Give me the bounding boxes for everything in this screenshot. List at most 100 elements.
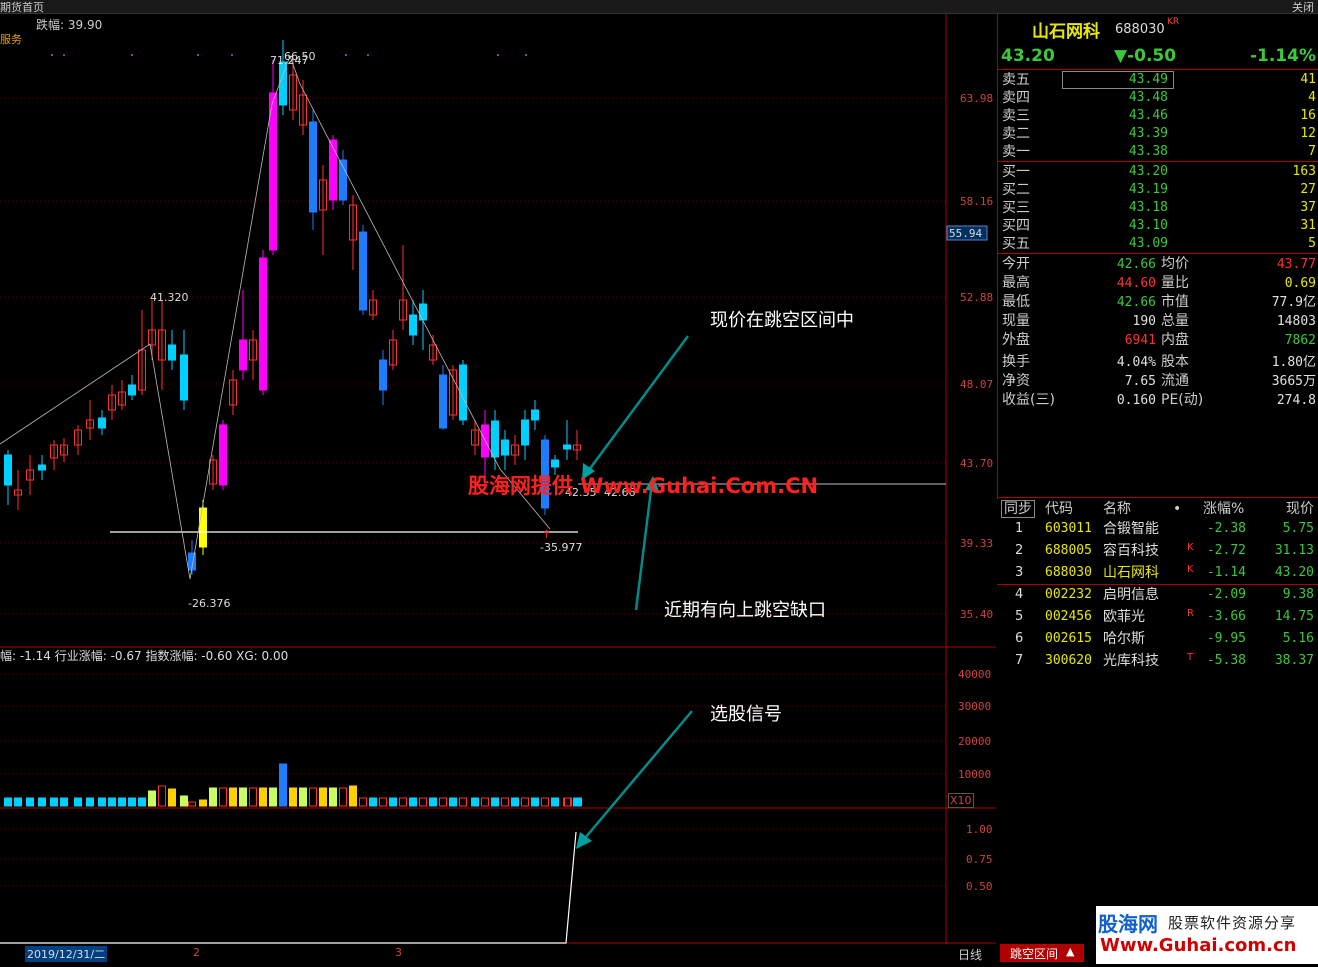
stat-value: 3665万 — [1271, 374, 1316, 389]
volume-bar — [329, 787, 337, 807]
volume-bar — [108, 797, 116, 807]
close-button[interactable]: 关闭 — [1292, 0, 1314, 15]
bid-row[interactable]: 买四 43.10 31 — [998, 217, 1318, 235]
volume-bar — [239, 787, 247, 807]
volume-bar — [521, 797, 529, 807]
ask-volume: 4 — [1308, 90, 1316, 105]
ask-row[interactable]: 卖三 43.46 16 — [998, 107, 1318, 125]
col-name[interactable]: 名称 — [1103, 498, 1131, 520]
row-pct: -9.95 — [1206, 631, 1246, 646]
row-code: 688005 — [1045, 543, 1092, 558]
sync-button[interactable]: 同步 — [1001, 500, 1035, 518]
signal-dot — [51, 54, 53, 56]
high-mark-2: 66.50 — [284, 50, 316, 63]
formula-tab[interactable]: 跳空区间 ▲ — [1000, 944, 1084, 962]
stat-value: 77.9亿 — [1271, 295, 1316, 310]
volume-tick: 20000 — [958, 735, 991, 748]
current-price-text: 55.94 — [949, 227, 982, 240]
period-marker-3: 3 — [395, 946, 402, 959]
annotation-gap-recent: 近期有向上跳空缺口 — [664, 600, 826, 621]
volume-bar — [471, 797, 479, 807]
candle-body — [38, 464, 46, 471]
logo-url: Www.Guhai.com.cn — [1100, 935, 1297, 956]
row-price: 43.20 — [1274, 565, 1314, 580]
volume-bar — [180, 795, 188, 807]
stat-key: 净资 — [1002, 373, 1030, 389]
bid-price: 43.19 — [1128, 182, 1168, 197]
bid-row[interactable]: 买二 43.19 27 — [998, 181, 1318, 199]
date-label: 2019/12/31/二 — [25, 946, 108, 962]
candle-body — [128, 384, 136, 396]
row-index: 5 — [1015, 609, 1024, 624]
bid-label: 买一 — [1002, 164, 1030, 180]
volume-tick: 30000 — [958, 700, 991, 713]
stat-right: 量比 0.69 — [1161, 274, 1316, 293]
ask-volume: 16 — [1300, 108, 1316, 123]
stat-value: 6941 — [1124, 333, 1156, 348]
row-name: 山石网科 — [1103, 565, 1159, 581]
row-price: 14.75 — [1274, 609, 1314, 624]
signal-dot — [63, 54, 65, 56]
volume-bar — [26, 797, 34, 807]
volume-bar — [249, 787, 257, 807]
list-row[interactable]: 5 002456 欧菲光 R -3.66 14.75 — [997, 606, 1318, 628]
period-marker-2: 2 — [193, 946, 200, 959]
service-label[interactable]: 服务 — [0, 31, 22, 47]
triangle-up-icon: ▲ — [1066, 945, 1075, 958]
last-price: 43.20 — [1001, 46, 1055, 66]
ask-row[interactable]: 卖五 43.49 41 — [998, 71, 1318, 89]
list-row[interactable]: 6 002615 哈尔斯 -9.95 5.16 — [997, 628, 1318, 650]
volume-bar — [14, 797, 22, 807]
row-pct: -2.09 — [1206, 587, 1246, 602]
list-row[interactable]: 3 688030 山石网科 K -1.14 43.20 — [997, 562, 1318, 585]
volume-tick: 40000 — [958, 668, 991, 681]
volume-bar — [409, 797, 417, 807]
ask-label: 卖二 — [1002, 126, 1030, 142]
ask-price: 43.49 — [1128, 72, 1168, 87]
chart-area[interactable]: ↑ 63.98 58.16 52.88 48.07 43.70 39.33 35.40 55.… — [0, 14, 996, 964]
stat-key: 最高 — [1002, 275, 1030, 291]
volume-bar — [269, 787, 277, 807]
col-price[interactable]: 现价 — [1286, 498, 1314, 520]
list-row[interactable]: 1 603011 合锻智能 -2.38 5.75 — [997, 518, 1318, 540]
home-tab[interactable]: 期货首页 — [0, 0, 44, 15]
bid-row[interactable]: 买一 43.20 163 — [998, 163, 1318, 181]
stat-key: 市值 — [1161, 294, 1189, 310]
bid-price: 43.09 — [1128, 236, 1168, 251]
bid-row[interactable]: 买五 43.09 5 — [998, 235, 1318, 253]
ask-row[interactable]: 卖一 43.38 7 — [998, 143, 1318, 161]
stat-key: 收益(三) — [1002, 392, 1055, 408]
bid-label: 买四 — [1002, 218, 1030, 234]
stat-value: 43.77 — [1276, 257, 1316, 272]
stat-value: 4.04% — [1116, 355, 1156, 370]
candle-body — [329, 139, 337, 201]
candle-body — [491, 420, 499, 458]
stat-left: 现量 190 — [1002, 312, 1156, 331]
stat-value: 44.60 — [1116, 276, 1156, 291]
volume-bar — [128, 797, 136, 807]
bid-row[interactable]: 买三 43.18 37 — [998, 199, 1318, 217]
list-row[interactable]: 7 300620 光库科技 T -5.38 38.37 — [997, 650, 1318, 672]
list-row[interactable]: 4 002232 启明信息 -2.09 9.38 — [997, 584, 1318, 606]
period-button[interactable]: 日线 — [958, 946, 982, 963]
row-pct: -5.38 — [1206, 653, 1246, 668]
price-tick: 63.98 — [960, 92, 993, 105]
ask-row[interactable]: 卖二 43.39 12 — [998, 125, 1318, 143]
stat-value: 0.160 — [1116, 393, 1156, 408]
row-code: 688030 — [1045, 565, 1092, 580]
col-code[interactable]: 代码 — [1045, 498, 1073, 520]
ask-row[interactable]: 卖四 43.48 4 — [998, 89, 1318, 107]
candle-body — [551, 459, 559, 468]
row-pct: -3.66 — [1206, 609, 1246, 624]
list-row[interactable]: 2 688005 容百科技 K -2.72 31.13 — [997, 540, 1318, 562]
candle-body — [501, 439, 509, 456]
stat-left: 收益(三) 0.160 — [1002, 391, 1156, 410]
bid-label: 买三 — [1002, 200, 1030, 216]
candle-body — [379, 359, 387, 391]
candle-body — [521, 419, 529, 446]
row-name: 哈尔斯 — [1103, 631, 1145, 647]
bid-volume: 163 — [1292, 164, 1316, 179]
stat-right: 内盘 7862 — [1161, 331, 1316, 350]
stock-list[interactable]: 同步 代码 名称 • 涨幅% 现价 1 603011 合锻智能 -2.38 5.… — [997, 497, 1318, 677]
col-pct[interactable]: 涨幅% — [1203, 498, 1244, 520]
